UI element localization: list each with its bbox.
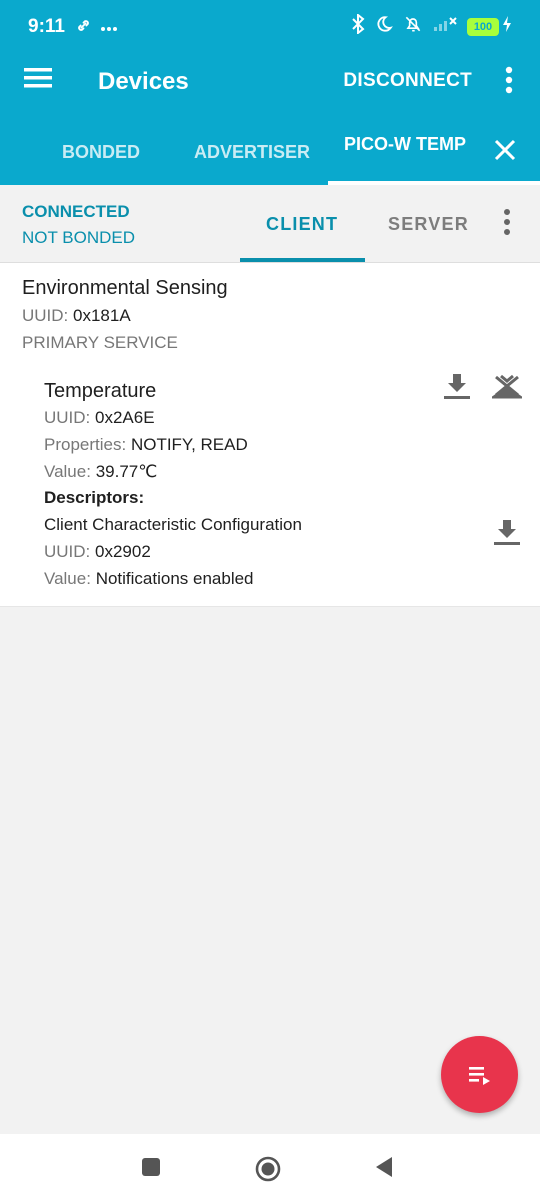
descriptor-value-label: Value: xyxy=(44,569,91,588)
client-tab-indicator xyxy=(240,258,365,262)
characteristic-name: Temperature xyxy=(44,380,157,402)
descriptor-uuid: UUID: 0x2902 xyxy=(44,542,151,562)
characteristic-value-value: 39.77℃ xyxy=(95,462,158,481)
bluetooth-icon xyxy=(351,12,365,39)
device-tabs: BONDED ADVERTISER PICO-W TEMP xyxy=(0,118,540,185)
battery-indicator: 100 xyxy=(467,17,499,36)
moon-icon xyxy=(375,15,393,38)
ellipsis-icon xyxy=(100,19,118,37)
descriptors-label: Descriptors: xyxy=(44,488,145,507)
characteristic-uuid-value: 0x2A6E xyxy=(95,408,155,427)
circle-icon[interactable] xyxy=(254,1155,281,1182)
characteristic-uuid-label: UUID: xyxy=(44,408,91,427)
characteristic-properties-label: Properties: xyxy=(44,435,127,454)
characteristic-value: Value: 39.77℃ xyxy=(44,462,157,482)
tab-bonded[interactable]: BONDED xyxy=(62,142,140,163)
connection-bar: CONNECTED NOT BONDED CLIENT SERVER xyxy=(0,185,540,263)
status-time: 9:11 xyxy=(28,16,65,37)
descriptor-name: Client Characteristic Configuration xyxy=(44,515,302,534)
toolbar: Devices DISCONNECT xyxy=(0,56,540,108)
log-fab-button[interactable] xyxy=(441,1036,518,1113)
download-icon[interactable] xyxy=(492,517,522,547)
more-vert-icon[interactable] xyxy=(504,66,518,98)
disconnect-button[interactable]: DISCONNECT xyxy=(343,70,472,92)
characteristic-value-label: Value: xyxy=(44,462,91,481)
bolt-icon xyxy=(502,15,512,38)
service-type: PRIMARY SERVICE xyxy=(22,333,178,352)
hamburger-icon[interactable] xyxy=(24,66,56,96)
descriptor-uuid-label: UUID: xyxy=(44,542,91,561)
android-navigation-bar xyxy=(0,1134,540,1200)
characteristic-properties: Properties: NOTIFY, READ xyxy=(44,435,248,455)
page-title: Devices xyxy=(98,68,189,95)
close-icon[interactable] xyxy=(492,137,520,165)
tab-server[interactable]: SERVER xyxy=(388,214,469,235)
signal-icon xyxy=(433,16,457,37)
service-uuid: UUID: 0x181A xyxy=(22,306,131,326)
notifications-off-icon[interactable] xyxy=(489,371,525,401)
bond-status: NOT BONDED xyxy=(22,228,136,247)
descriptor-value-value: Notifications enabled xyxy=(95,569,254,588)
characteristic-properties-value: NOTIFY, READ xyxy=(130,435,248,454)
tab-pico-w-temp[interactable]: PICO-W TEMP xyxy=(344,134,466,155)
bell-off-icon xyxy=(403,14,423,39)
status-right-icons: 100 xyxy=(351,12,512,39)
service-name: Environmental Sensing xyxy=(22,277,228,299)
descriptor-value: Value: Notifications enabled xyxy=(44,569,254,589)
service-uuid-value: 0x181A xyxy=(73,306,131,325)
more-vert-icon[interactable] xyxy=(502,208,516,240)
tab-advertiser[interactable]: ADVERTISER xyxy=(194,142,310,163)
service-uuid-label: UUID: xyxy=(22,306,69,325)
status-left-icons xyxy=(75,17,118,39)
characteristic-uuid: UUID: 0x2A6E xyxy=(44,408,155,428)
link-icon xyxy=(75,17,92,39)
status-bar: 9:11 100 xyxy=(0,0,540,56)
app-top-bar: 9:11 100 Devices DISCONNECT BONDED ADVER… xyxy=(0,0,540,185)
connection-status: CONNECTED xyxy=(22,202,130,221)
triangle-back-icon[interactable] xyxy=(372,1155,398,1181)
descriptor-uuid-value: 0x2902 xyxy=(95,542,151,561)
playlist-play-icon xyxy=(469,1067,490,1085)
download-icon[interactable] xyxy=(442,371,472,401)
tab-client[interactable]: CLIENT xyxy=(266,214,338,235)
service-card[interactable]: Environmental Sensing UUID: 0x181A PRIMA… xyxy=(0,263,540,607)
square-icon[interactable] xyxy=(139,1155,165,1181)
